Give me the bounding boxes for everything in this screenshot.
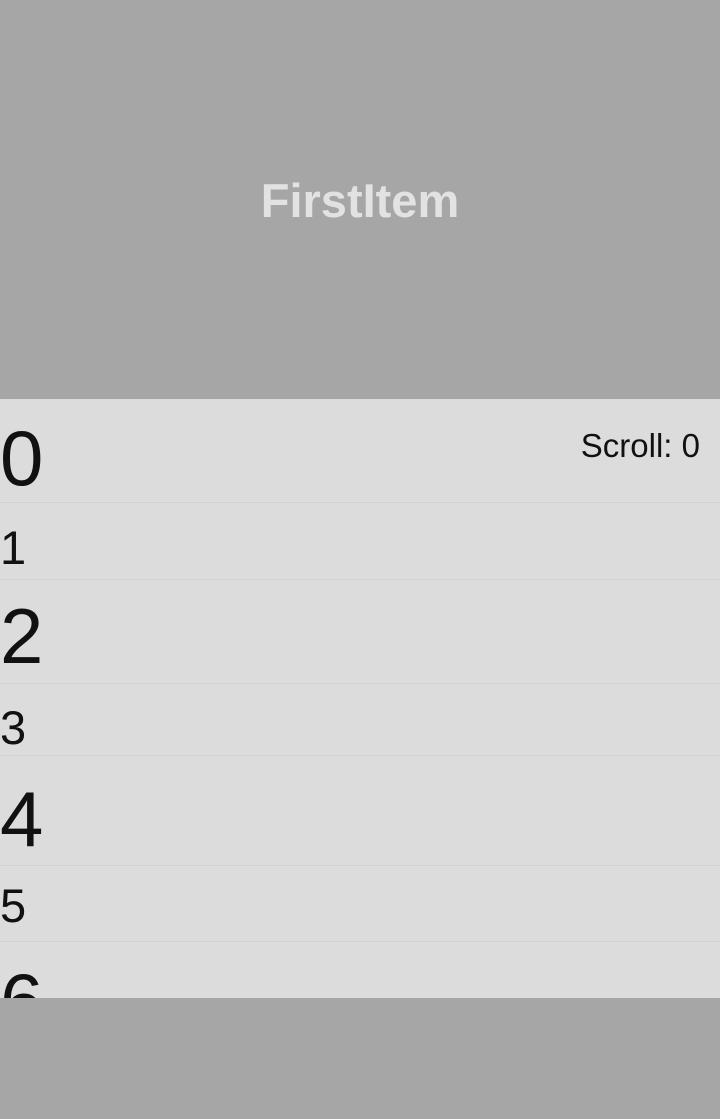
list-item-label: 4 bbox=[0, 775, 44, 863]
bottom-bar bbox=[0, 998, 720, 1119]
list-item-label: 6 bbox=[0, 962, 43, 998]
list-item-label: 2 bbox=[0, 592, 44, 680]
list-item-label: 3 bbox=[0, 701, 27, 754]
list-item-2[interactable]: 2 bbox=[0, 580, 720, 684]
list-item-label: 1 bbox=[0, 521, 27, 574]
list-item-1[interactable]: 1 bbox=[0, 503, 720, 580]
list-item-label: 0 bbox=[0, 414, 44, 502]
list-item-6[interactable]: 6 bbox=[0, 942, 720, 998]
scroll-readout: Scroll: 0 bbox=[580, 427, 700, 464]
app-screen: FirstItem 0 1 2 3 4 5 6 Scroll: 0 bbox=[0, 0, 720, 1119]
list-item-3[interactable]: 3 bbox=[0, 684, 720, 756]
scroll-list[interactable]: 0 1 2 3 4 5 6 bbox=[0, 399, 720, 998]
header-title: FirstItem bbox=[260, 174, 460, 227]
list-item-5[interactable]: 5 bbox=[0, 866, 720, 942]
list-item-label: 5 bbox=[0, 879, 27, 932]
first-item-header: FirstItem bbox=[0, 0, 720, 399]
list-item-4[interactable]: 4 bbox=[0, 756, 720, 866]
